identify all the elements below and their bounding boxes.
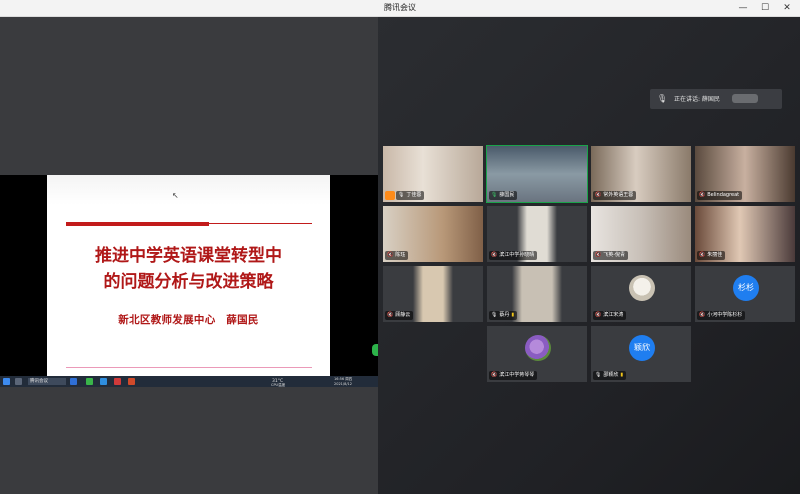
participant-tile[interactable]: 🔇 滨江中学蒋琴琴 bbox=[487, 326, 587, 382]
mouse-cursor-icon: ↖ bbox=[172, 191, 179, 200]
mic-muted-icon: 🔇 bbox=[699, 312, 706, 318]
mic-muted-icon: 🔇 bbox=[387, 252, 394, 258]
minimize-button[interactable]: — bbox=[732, 0, 754, 17]
clock-date: 2021/8/12 bbox=[334, 382, 352, 386]
slide-subtitle: 新北区教师发展中心 薛国民 bbox=[118, 314, 259, 326]
mic-icon: 🎙 bbox=[491, 312, 498, 318]
participant-name: 🔇 滨江中学孙晓晴 bbox=[489, 251, 538, 260]
participant-tile[interactable]: 杉杉 🔇 小河中学陈杉杉 bbox=[695, 266, 795, 322]
mic-muted-icon: 🔇 bbox=[595, 312, 602, 318]
shared-screen: ↖ 推进中学英语课堂转型中 的问题分析与改进策略 新北区教师发展中心 薛国民 腾… bbox=[0, 175, 378, 387]
participant-name: 🔇 顾静云 bbox=[385, 311, 414, 320]
audio-level-indicator bbox=[732, 94, 758, 103]
taskbar-app-meeting[interactable]: 腾讯会议 bbox=[28, 378, 66, 385]
host-icon bbox=[385, 191, 395, 200]
close-button[interactable]: ✕ bbox=[776, 0, 798, 17]
signal-icon: ▮ bbox=[620, 372, 624, 378]
participant-name: 🔇 朱丽佳 bbox=[697, 251, 726, 260]
mic-muted-icon: 🔇 bbox=[491, 252, 498, 258]
participant-name: 🔇 飞英-倪青 bbox=[593, 251, 629, 260]
window-title: 腾讯会议 bbox=[384, 3, 416, 12]
mic-active-icon: 🎙 bbox=[491, 192, 498, 198]
participant-name: 🔇 滨江中学蒋琴琴 bbox=[489, 371, 538, 380]
slide-title-line-1: 推进中学英语课堂转型中 bbox=[95, 246, 282, 266]
participant-tile[interactable]: 🔇 常外英语王蓉 bbox=[591, 146, 691, 202]
screen-share-pane: ↖ 推进中学英语课堂转型中 的问题分析与改进策略 新北区教师发展中心 薛国民 腾… bbox=[0, 17, 378, 494]
participant-avatar bbox=[629, 275, 655, 301]
app-icon-3[interactable] bbox=[100, 378, 107, 385]
maximize-button[interactable]: ☐ bbox=[754, 0, 776, 17]
cpu-text: CPU温度 bbox=[271, 383, 286, 387]
participant-tile[interactable]: 🔇 陈珏 bbox=[383, 206, 483, 262]
participant-name: 🎙 薛国民 bbox=[489, 191, 518, 200]
mic-muted-icon: 🔇 bbox=[699, 192, 706, 198]
microphone-icon: 🎙 bbox=[657, 94, 668, 103]
participant-tile[interactable]: 🔇 朱丽佳 bbox=[695, 206, 795, 262]
participant-name: 🔇 常外英语王蓉 bbox=[593, 191, 637, 200]
mic-icon: 🎙 bbox=[398, 192, 405, 198]
mic-muted-icon: 🔇 bbox=[491, 372, 498, 378]
participant-tile[interactable]: 🎙 丁佳蓉 bbox=[383, 146, 483, 202]
speaking-label: 正在讲话: 薛国民 bbox=[674, 96, 720, 103]
participant-name: 🎙 邵颖欣 ▮ bbox=[593, 371, 627, 380]
slide-header-band bbox=[47, 175, 330, 205]
participant-tile[interactable]: 🎙 蔡丹 ▮ bbox=[487, 266, 587, 322]
participant-name: 🎙 蔡丹 ▮ bbox=[489, 311, 518, 320]
mic-icon: 🎙 bbox=[595, 372, 602, 378]
participant-name: 🔇 小河中学陈杉杉 bbox=[697, 311, 746, 320]
participant-tile[interactable]: 🔇 顾静云 bbox=[383, 266, 483, 322]
app-icon-1[interactable] bbox=[70, 378, 77, 385]
start-icon[interactable] bbox=[3, 378, 10, 385]
speaking-indicator: 🎙 正在讲话: 薛国民 bbox=[650, 89, 782, 109]
slide-red-bar bbox=[66, 222, 209, 226]
participant-avatar bbox=[525, 335, 551, 361]
participant-tile[interactable]: 🔇 滨江中学孙晓晴 bbox=[487, 206, 587, 262]
slide-red-line bbox=[209, 223, 312, 224]
mic-muted-icon: 🔇 bbox=[699, 252, 706, 258]
title-bar: 腾讯会议 — ☐ ✕ bbox=[0, 0, 800, 17]
signal-icon: ▮ bbox=[511, 312, 515, 318]
participant-avatar: 颖欣 bbox=[629, 335, 655, 361]
participant-name: 🔇 陈珏 bbox=[385, 251, 409, 260]
mic-muted-icon: 🔇 bbox=[387, 312, 394, 318]
presentation-slide: ↖ 推进中学英语课堂转型中 的问题分析与改进策略 新北区教师发展中心 薛国民 bbox=[47, 175, 330, 376]
app-icon-4[interactable] bbox=[114, 378, 121, 385]
participant-avatar: 杉杉 bbox=[733, 275, 759, 301]
video-gallery: 🎙 正在讲话: 薛国民 🎙 丁佳蓉 🎙 薛国民 🔇 常外英语王蓉 🔇 Belindagr… bbox=[378, 17, 800, 494]
slide-bottom-line bbox=[66, 367, 312, 368]
participant-tile[interactable]: 颖欣 🎙 邵颖欣 ▮ bbox=[591, 326, 691, 382]
participant-tile[interactable]: 🔇 滨江宋涛 bbox=[591, 266, 691, 322]
search-icon[interactable] bbox=[15, 378, 22, 385]
participant-tile[interactable]: 🎙 薛国民 bbox=[486, 145, 588, 203]
participant-name: 🔇 滨江宋涛 bbox=[593, 311, 627, 320]
participant-name: 🎙 丁佳蓉 bbox=[396, 191, 425, 200]
app-icon-5[interactable] bbox=[128, 378, 135, 385]
app-icon-2[interactable] bbox=[86, 378, 93, 385]
mic-muted-icon: 🔇 bbox=[595, 252, 602, 258]
participant-tile[interactable]: 🔇 Belindagreat bbox=[695, 146, 795, 202]
mic-muted-icon: 🔇 bbox=[595, 192, 602, 198]
slide-title-line-2: 的问题分析与改进策略 bbox=[103, 272, 274, 292]
participant-tile[interactable]: 🔇 飞英-倪青 bbox=[591, 206, 691, 262]
windows-taskbar: 腾讯会议 31°C CPU温度 16:56 周四 2021/8/12 bbox=[0, 376, 378, 387]
participant-name: 🔇 Belindagreat bbox=[697, 191, 743, 200]
